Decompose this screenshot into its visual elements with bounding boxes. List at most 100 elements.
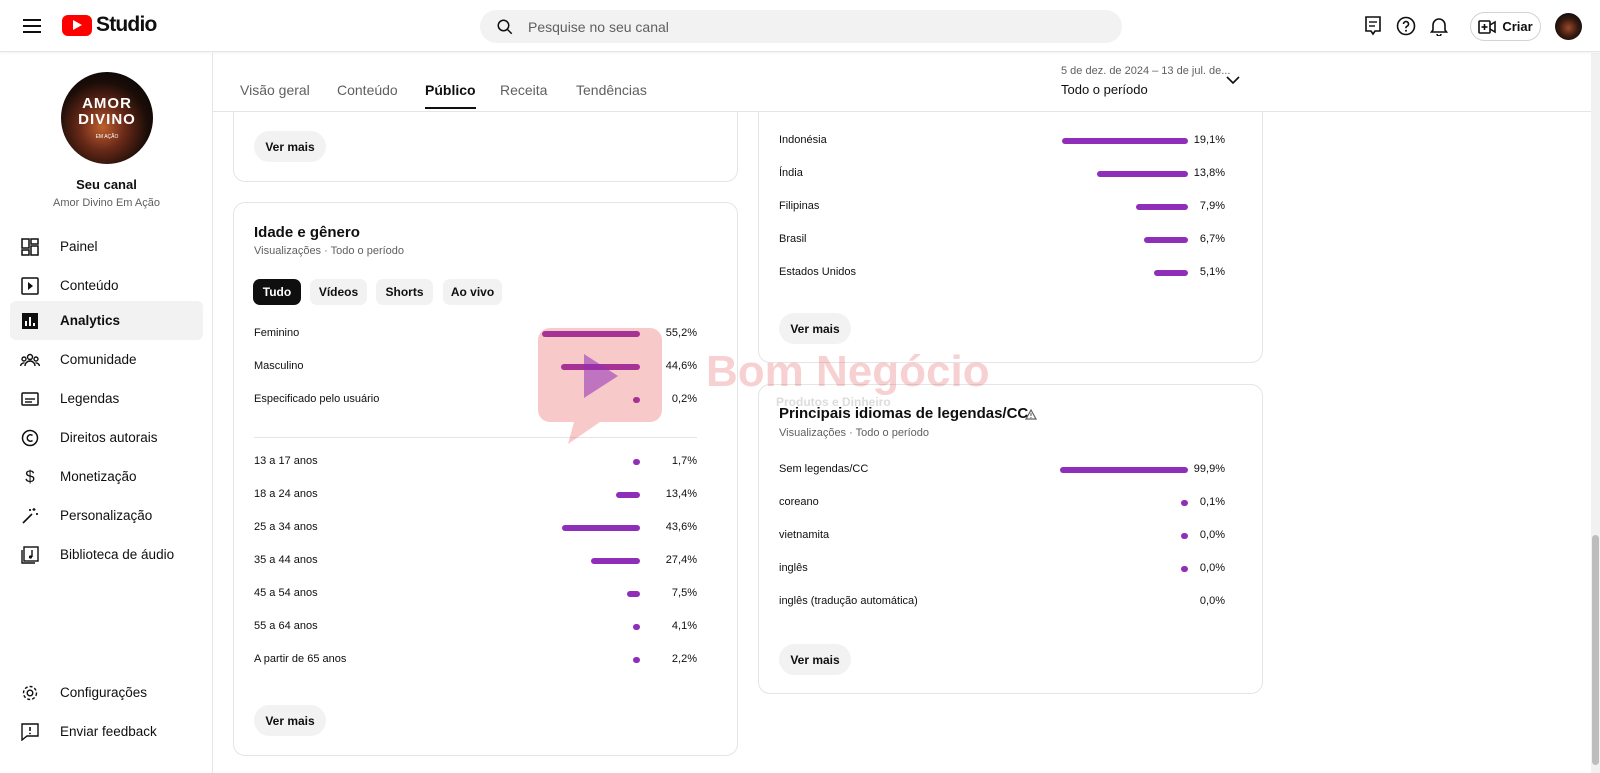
studio-logo[interactable]: Studio [62, 13, 157, 37]
age-row-value: 2,2% [671, 653, 697, 665]
age-row-value: 7,5% [671, 587, 697, 599]
language-row-label: Sem legendas/CC [779, 463, 869, 475]
sidebar-item-personalizacao[interactable]: Personalização [10, 496, 203, 535]
divider [254, 437, 697, 438]
country-row-label: Brasil [779, 233, 807, 245]
channel-name: Amor Divino Em Ação [53, 197, 160, 209]
feedback-icon [20, 722, 40, 742]
hamburger-menu-icon[interactable] [20, 14, 44, 38]
previous-card: Ver mais [233, 100, 738, 182]
language-row-label: vietnamita [779, 529, 830, 541]
country-row-label: Estados Unidos [779, 266, 857, 278]
age-row-bar [633, 657, 640, 663]
chip-videos[interactable]: Vídeos [310, 279, 367, 305]
sidebar-item-label: Monetização [60, 469, 137, 484]
create-video-icon [1478, 19, 1497, 34]
search-input[interactable] [528, 18, 1088, 35]
sidebar-item-legendas[interactable]: Legendas [10, 379, 203, 418]
see-more-button[interactable]: Ver mais [779, 644, 851, 675]
sidebar-item-label: Biblioteca de áudio [60, 547, 175, 562]
period-selector[interactable]: 5 de dez. de 2024 – 13 de jul. de... Tod… [1061, 65, 1251, 97]
language-row-label: coreano [779, 496, 819, 508]
see-more-button[interactable]: Ver mais [254, 705, 326, 736]
language-row-value: 0,0% [1199, 595, 1225, 607]
create-button[interactable]: Criar [1470, 12, 1541, 41]
age-row-bar [591, 558, 640, 564]
sidebar-item-configuracoes[interactable]: Configurações [10, 673, 203, 712]
age-row-bar [633, 459, 640, 465]
age-row-label: 35 a 44 anos [254, 554, 318, 566]
scrollbar-thumb[interactable] [1592, 535, 1599, 765]
age-row-value: 43,6% [665, 521, 697, 533]
sidebar-item-label: Conteúdo [60, 278, 119, 293]
age-row-value: 1,7% [671, 455, 697, 467]
tab-conteudo[interactable]: Conteúdo [337, 82, 398, 98]
tab-visao-geral[interactable]: Visão geral [240, 82, 310, 98]
account-avatar[interactable] [1555, 13, 1582, 40]
age-row-bar [627, 591, 640, 597]
analytics-icon [20, 311, 40, 331]
tab-publico[interactable]: Público [425, 82, 476, 109]
subtitles-icon [20, 389, 40, 409]
age-row-label: 45 a 54 anos [254, 587, 318, 599]
sidebar-item-label: Enviar feedback [60, 724, 157, 739]
sidebar-item-painel[interactable]: Painel [10, 227, 203, 266]
top-bar: Studio Criar [0, 0, 1600, 52]
community-icon [20, 350, 40, 370]
sidebar-item-label: Comunidade [60, 352, 137, 367]
language-row-bar [1060, 467, 1188, 473]
avatar-line-3: EM AÇÃO [95, 134, 119, 140]
sidebar-item-label: Personalização [60, 508, 153, 523]
logo-text: Studio [96, 13, 157, 36]
sidebar-item-enviar-feedback[interactable]: Enviar feedback [10, 712, 203, 751]
country-row-bar [1062, 138, 1188, 144]
language-row-bar [1181, 500, 1188, 506]
gender-row-bar [561, 364, 640, 370]
sidebar-item-label: Configurações [60, 685, 148, 700]
chevron-down-icon[interactable] [1226, 75, 1240, 85]
notifications-bell-icon[interactable] [1428, 15, 1450, 37]
channel-title: Seu canal [76, 177, 137, 192]
gender-row-bar [633, 397, 640, 403]
age-row-bar [633, 624, 640, 630]
warning-icon[interactable] [1025, 409, 1037, 420]
period-label: Todo o período [1061, 82, 1148, 97]
country-row-label: Índia [779, 167, 803, 179]
youtube-logo-icon [62, 14, 92, 36]
sidebar-item-direitos-autorais[interactable]: Direitos autorais [10, 418, 203, 457]
sidebar-item-conteudo[interactable]: Conteúdo [10, 266, 203, 305]
age-row-bar [562, 525, 640, 531]
sidebar-item-biblioteca-de-audio[interactable]: Biblioteca de áudio [10, 535, 203, 574]
language-row-label: inglês [779, 562, 808, 574]
card-subtitle: Visualizações · Todo o período [779, 427, 930, 439]
card-subtitle: Visualizações · Todo o período [254, 245, 405, 257]
sidebar-item-analytics[interactable]: Analytics [10, 301, 203, 340]
see-more-button[interactable]: Ver mais [779, 313, 851, 344]
avatar-line-2: DIVINO [78, 111, 136, 128]
analytics-tabs: Visão geral Conteúdo Público Receita Ten… [213, 53, 1591, 112]
see-more-button[interactable]: Ver mais [254, 131, 326, 162]
card-title: Idade e gênero [254, 224, 360, 241]
tab-tendencias[interactable]: Tendências [576, 82, 647, 98]
chip-ao-vivo[interactable]: Ao vivo [443, 279, 502, 305]
sidebar-item-label: Analytics [60, 313, 121, 328]
search-bar[interactable] [480, 10, 1122, 43]
gender-row-value: 44,6% [665, 360, 697, 372]
sidebar-item-monetizacao[interactable]: $ Monetização [10, 457, 203, 496]
gender-row-value: 55,2% [665, 327, 697, 339]
language-row-bar [1181, 533, 1188, 539]
sidebar-item-comunidade[interactable]: Comunidade [10, 340, 203, 379]
messages-icon[interactable] [1362, 15, 1384, 37]
age-row-label: 25 a 34 anos [254, 521, 318, 533]
country-row-bar [1136, 204, 1188, 210]
chip-tudo[interactable]: Tudo [253, 279, 301, 305]
sidebar: AMOR DIVINO EM AÇÃO Seu canal Amor Divin… [0, 53, 213, 773]
help-icon[interactable] [1395, 15, 1417, 37]
magic-wand-icon [20, 506, 40, 526]
dashboard-icon [20, 237, 40, 257]
country-row-bar [1097, 171, 1188, 177]
gender-row-label: Feminino [254, 327, 300, 339]
chip-shorts[interactable]: Shorts [376, 279, 433, 305]
tab-receita[interactable]: Receita [500, 82, 547, 98]
channel-avatar[interactable]: AMOR DIVINO EM AÇÃO [61, 72, 153, 164]
